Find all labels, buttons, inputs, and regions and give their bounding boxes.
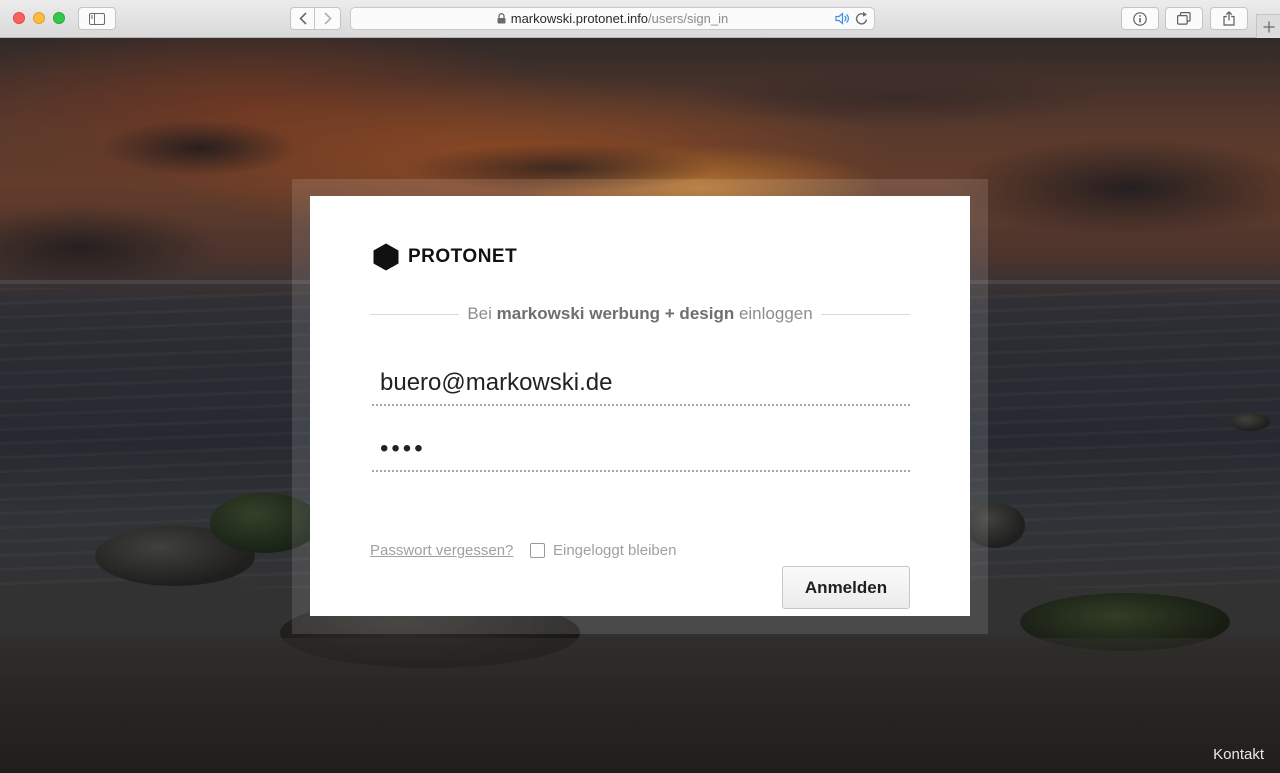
- kontakt-link[interactable]: Kontakt: [1213, 746, 1264, 763]
- heading-organization: markowski werbung + design: [496, 304, 735, 323]
- chevron-right-icon: [323, 12, 332, 25]
- back-button[interactable]: [290, 7, 315, 30]
- browser-toolbar: markowski.protonet.info/users/sign_in: [0, 0, 1280, 38]
- heading-divider-left: [370, 313, 460, 315]
- window-minimize-button[interactable]: [33, 12, 45, 24]
- address-bar[interactable]: markowski.protonet.info/users/sign_in: [350, 7, 875, 30]
- forward-button[interactable]: [315, 7, 341, 30]
- new-tab-button[interactable]: [1256, 14, 1280, 38]
- share-icon: [1223, 11, 1235, 26]
- sidebar-icon: [89, 12, 105, 25]
- login-card: PROTONET Bei markowski werbung + design …: [310, 196, 970, 616]
- tabs-icon: [1177, 12, 1191, 25]
- login-heading: Bei markowski werbung + design einloggen: [370, 302, 911, 326]
- lock-icon: [497, 13, 506, 24]
- window-close-button[interactable]: [13, 12, 25, 24]
- hexagon-logo-icon: [373, 243, 399, 271]
- sidebar-toggle-button[interactable]: [78, 7, 116, 30]
- info-icon: [1133, 11, 1147, 26]
- logo-text: PROTONET: [408, 246, 518, 267]
- page-background: PROTONET Bei markowski werbung + design …: [0, 38, 1280, 773]
- tab-overview-button[interactable]: [1165, 7, 1203, 30]
- email-field[interactable]: [372, 362, 910, 406]
- heading-text: Bei markowski werbung + design einloggen: [459, 304, 820, 324]
- reload-icon[interactable]: [855, 11, 869, 26]
- url-path: /users/sign_in: [648, 11, 729, 26]
- plus-icon: [1263, 21, 1274, 32]
- heading-divider-right: [820, 313, 911, 315]
- forgot-password-link[interactable]: Passwort vergessen?: [370, 542, 513, 559]
- speaker-icon[interactable]: [835, 12, 850, 25]
- share-button[interactable]: [1210, 7, 1248, 30]
- password-field[interactable]: [372, 428, 910, 472]
- remember-me-label[interactable]: Eingeloggt bleiben: [553, 542, 676, 559]
- heading-suffix: einloggen: [738, 304, 813, 323]
- remember-me-checkbox[interactable]: Eingeloggt bleiben: [530, 542, 676, 559]
- login-button[interactable]: Anmelden: [782, 566, 910, 609]
- protonet-logo: PROTONET: [373, 243, 517, 271]
- url-host: markowski.protonet.info: [510, 11, 649, 26]
- chevron-left-icon: [298, 12, 307, 25]
- window-maximize-button[interactable]: [53, 12, 65, 24]
- heading-prefix: Bei: [467, 304, 492, 323]
- info-button[interactable]: [1121, 7, 1159, 30]
- checkbox-box[interactable]: [530, 543, 545, 558]
